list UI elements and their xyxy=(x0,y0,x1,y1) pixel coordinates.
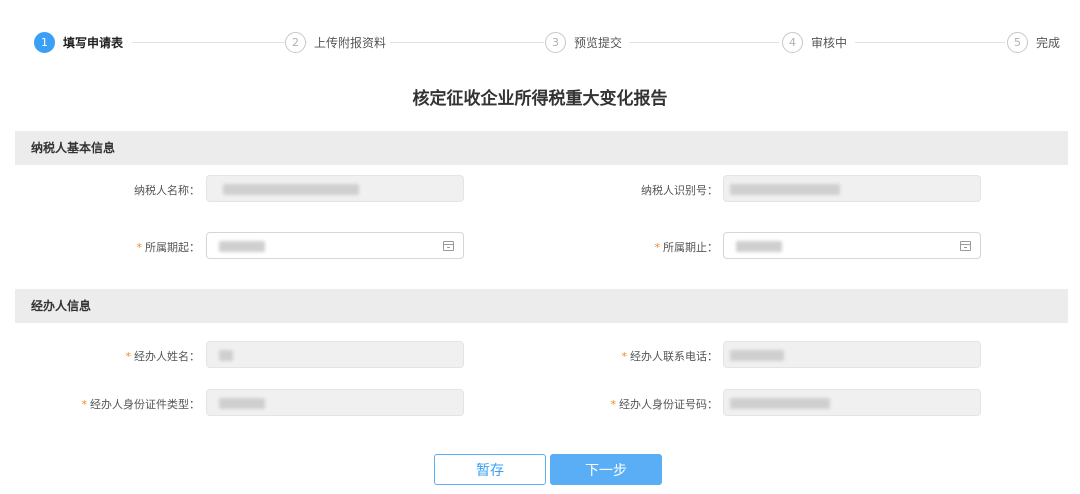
required-mark: * xyxy=(621,350,628,363)
step-number: 5 xyxy=(1007,31,1028,53)
required-mark: * xyxy=(610,398,617,411)
calendar-icon[interactable] xyxy=(443,241,454,251)
step-connector xyxy=(132,42,307,43)
taxpayer-id-field xyxy=(723,175,981,202)
period-start-date-input[interactable] xyxy=(206,232,464,259)
redacted-value xyxy=(736,241,782,252)
agent-id-number-label: * 经办人身份证号码： xyxy=(610,398,719,411)
redacted-value xyxy=(730,350,784,361)
step-connector xyxy=(390,42,544,43)
agent-id-type-select[interactable] xyxy=(206,389,464,416)
agent-phone-label: * 经办人联系电话： xyxy=(621,350,719,363)
taxpayer-name-field xyxy=(206,175,464,202)
step-upload-attachments: 2 上传附报资料 xyxy=(285,30,386,54)
save-draft-button[interactable]: 暂存 xyxy=(434,454,546,485)
page-title: 核定征收企业所得税重大变化报告 xyxy=(412,89,668,109)
agent-phone-field[interactable] xyxy=(723,341,981,368)
taxpayer-id-label: 纳税人识别号： xyxy=(641,184,718,197)
step-label: 完成 xyxy=(1036,35,1061,50)
step-complete: 5 完成 xyxy=(1007,30,1060,54)
redacted-value xyxy=(219,350,233,361)
redacted-value xyxy=(223,184,359,195)
step-number: 1 xyxy=(34,31,55,53)
redacted-value xyxy=(730,184,840,195)
step-label: 审核中 xyxy=(811,35,848,50)
step-label: 填写申请表 xyxy=(63,35,124,50)
taxpayer-name-label: 纳税人名称： xyxy=(134,184,200,197)
step-indicator: 1 填写申请表 2 上传附报资料 3 预览提交 4 审核中 5 完成 xyxy=(34,30,1064,54)
step-under-review: 4 审核中 xyxy=(782,30,847,54)
step-fill-application: 1 填写申请表 xyxy=(34,30,123,54)
period-end-label: * 所属期止： xyxy=(654,241,719,254)
section-header-agent: 经办人信息 xyxy=(15,289,1068,323)
step-connector xyxy=(629,42,779,43)
step-number: 4 xyxy=(782,31,803,53)
section-header-taxpayer: 纳税人基本信息 xyxy=(15,131,1068,165)
step-preview-submit: 3 预览提交 xyxy=(545,30,622,54)
period-start-label: * 所属期起： xyxy=(136,241,201,254)
required-mark: * xyxy=(81,398,88,411)
next-step-button[interactable]: 下一步 xyxy=(550,454,662,485)
step-number: 2 xyxy=(285,31,306,53)
required-mark: * xyxy=(136,241,143,254)
required-mark: * xyxy=(654,241,661,254)
step-number: 3 xyxy=(545,31,566,53)
agent-id-number-field[interactable] xyxy=(723,389,981,416)
redacted-value xyxy=(730,398,830,409)
required-mark: * xyxy=(125,350,132,363)
step-connector xyxy=(855,42,1005,43)
step-label: 预览提交 xyxy=(574,35,623,50)
agent-name-label: * 经办人姓名： xyxy=(125,350,201,363)
agent-name-field[interactable] xyxy=(206,341,464,368)
calendar-icon[interactable] xyxy=(960,241,971,251)
step-label: 上传附报资料 xyxy=(314,35,387,50)
agent-id-type-label: * 经办人身份证件类型： xyxy=(81,398,201,411)
redacted-value xyxy=(219,398,265,409)
period-end-date-input[interactable] xyxy=(723,232,981,259)
redacted-value xyxy=(219,241,265,252)
